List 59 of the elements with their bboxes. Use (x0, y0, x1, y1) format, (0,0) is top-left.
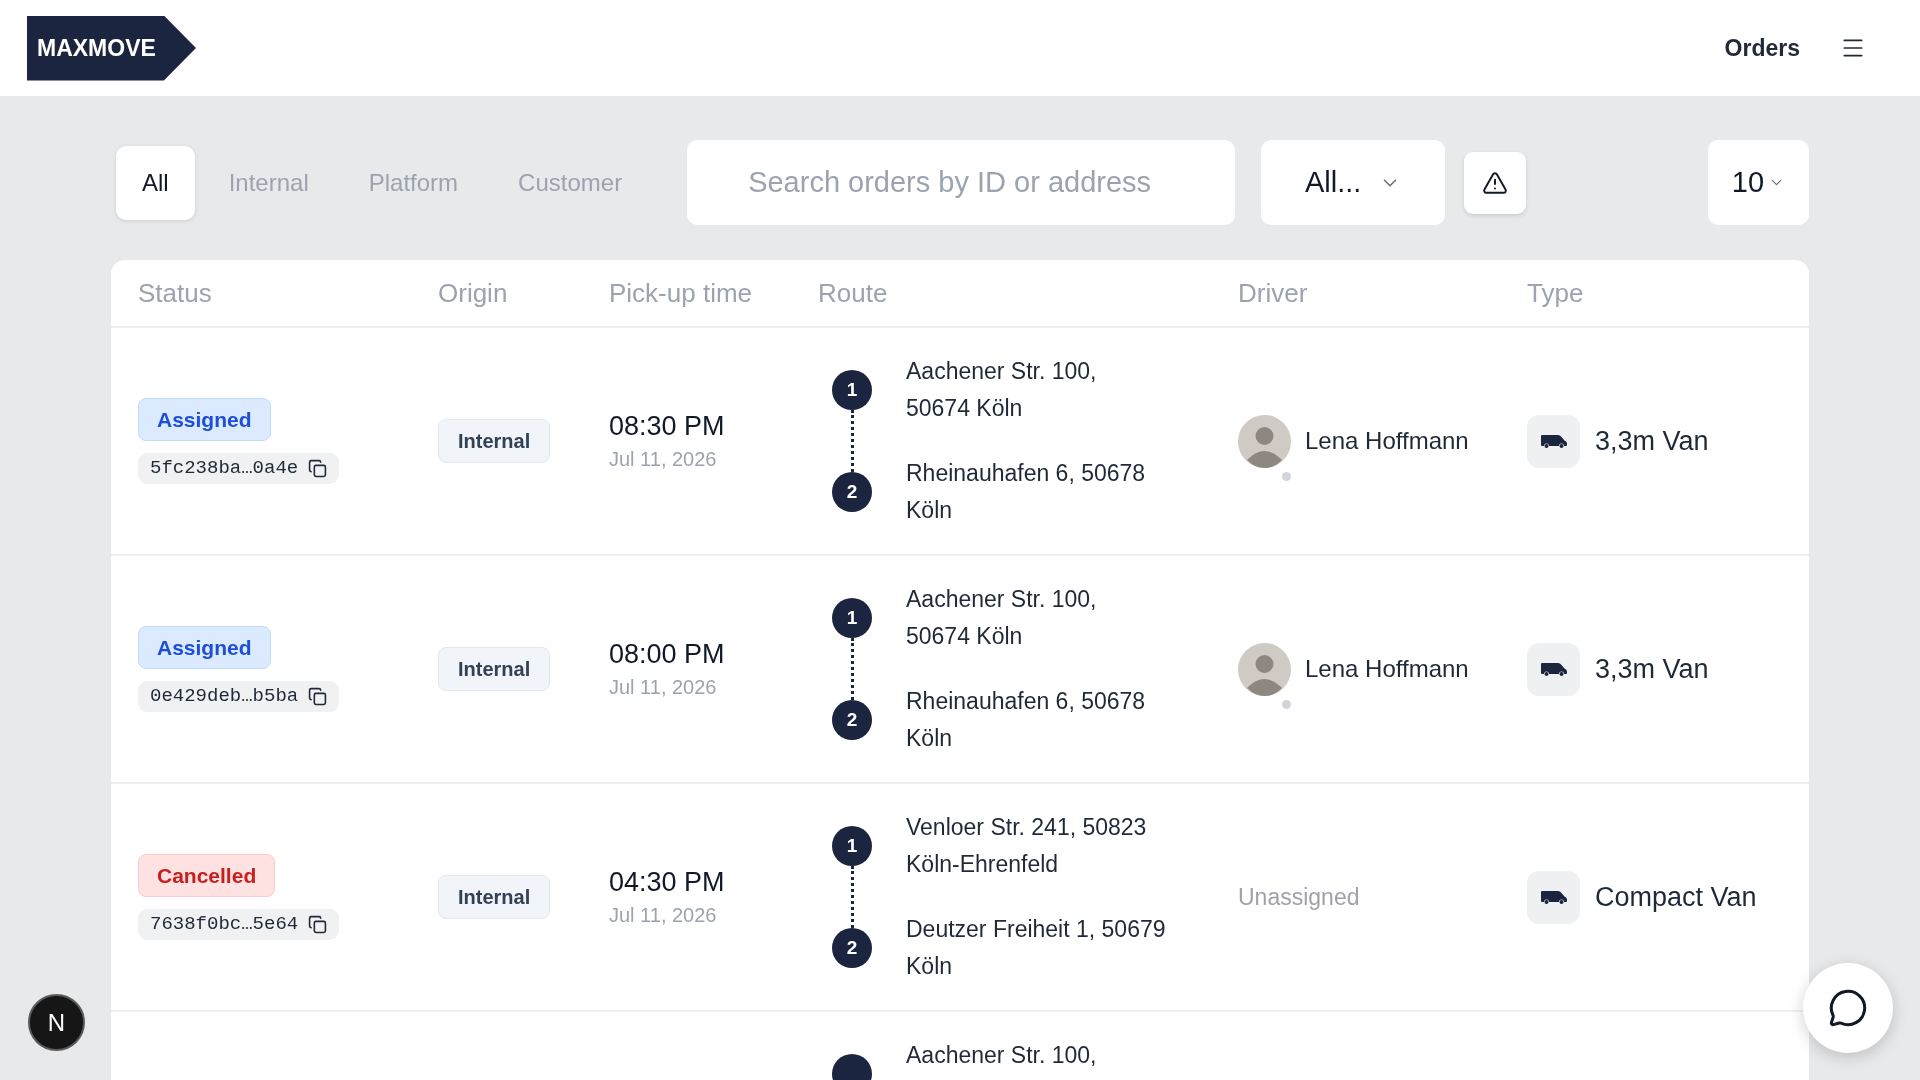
copy-order-id-button[interactable]: 7638f0bc…5e64 (138, 909, 340, 940)
origin-tag: Internal (438, 647, 551, 691)
stop-marker: 1 (832, 826, 872, 866)
driver-name: Lena Hoffmann (1305, 654, 1469, 684)
user-avatar-icon (1238, 642, 1291, 696)
pickup-time: 04:30 PM (609, 866, 725, 899)
stop-marker: 2 (832, 472, 872, 512)
column-header: Origin (438, 276, 509, 310)
brand-logo[interactable]: MAXMOVE (27, 15, 196, 81)
van-icon (1527, 642, 1580, 696)
unassigned-label: Unassigned (1238, 883, 1360, 910)
stop-marker: 2 (832, 928, 872, 968)
alerts-button[interactable] (1464, 151, 1527, 214)
pickup-date: Jul 11, 2026 (609, 675, 717, 700)
chat-button[interactable] (1803, 963, 1893, 1053)
copy-order-id-button[interactable]: 0e429deb…b5ba (138, 681, 340, 712)
filter-tab[interactable]: All (116, 145, 195, 220)
status-filter-select[interactable]: All... (1261, 140, 1446, 225)
vehicle-type: Compact Van (1595, 880, 1757, 914)
stop-address: Aachener Str. 100, 50674 Köln (906, 585, 1098, 651)
copy-icon (308, 687, 328, 706)
stop-address: Aachener Str. 100, 50674 Köln (906, 357, 1098, 423)
page-size-select[interactable]: 10 (1708, 140, 1809, 225)
van-icon (1527, 870, 1580, 924)
origin-tag: Internal (438, 419, 551, 463)
chat-icon (1828, 988, 1868, 1028)
column-header: Status (138, 276, 213, 310)
stop-address: Aachener Str. 100, (906, 1041, 1097, 1070)
pickup-time: 08:00 PM (609, 638, 725, 671)
copy-icon (308, 459, 328, 478)
search-field[interactable]: Search orders by ID or address (687, 140, 1236, 225)
warning-icon (1482, 169, 1509, 196)
stop-marker: 1 (832, 370, 872, 410)
origin-tag: Internal (438, 875, 551, 919)
stop-marker: 2 (832, 700, 872, 740)
stop-address: Rheinauhafen 6, 50678 Köln (906, 459, 1146, 525)
status-badge: Cancelled (138, 854, 276, 897)
stop-marker: 1 (832, 598, 872, 638)
driver-name: Lena Hoffmann (1305, 426, 1469, 456)
vehicle-type: 3,3m Van (1595, 424, 1709, 458)
orders-nav-link[interactable]: Orders (1724, 30, 1800, 66)
column-header: Pick-up time (609, 276, 754, 310)
vehicle-type: 3,3m Van (1595, 652, 1709, 686)
van-icon (1527, 414, 1580, 468)
copy-icon (308, 915, 328, 934)
pickup-date: Jul 11, 2026 (609, 447, 717, 472)
stop-address: Venloer Str. 241, 50823 Köln-Ehrenfeld (906, 813, 1148, 879)
stop-address: Rheinauhafen 6, 50678 Köln (906, 687, 1146, 753)
status-badge: Assigned (138, 398, 271, 441)
pickup-date: Jul 11, 2026 (609, 903, 717, 928)
dev-tools-button[interactable]: N (28, 994, 85, 1051)
column-header: Driver (1238, 276, 1309, 310)
stop-address: Deutzer Freiheit 1, 50679 Köln (906, 915, 1166, 981)
copy-order-id-button[interactable]: 5fc238ba…0a4e (138, 453, 340, 484)
user-avatar-icon (1238, 414, 1291, 468)
column-header: Route (818, 276, 889, 310)
column-header: Type (1527, 276, 1585, 310)
pickup-time: 08:30 PM (609, 410, 725, 443)
status-badge: Assigned (138, 626, 271, 669)
